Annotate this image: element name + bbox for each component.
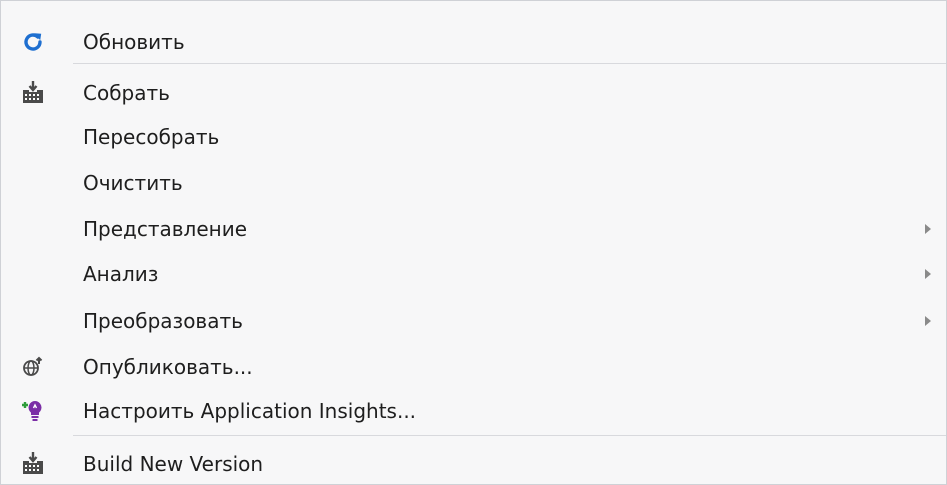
menu-item-label: Build New Version	[83, 452, 264, 476]
refresh-icon	[19, 28, 47, 56]
menu-item-analyze[interactable]: Анализ	[1, 252, 946, 296]
menu-item-refresh[interactable]: Обновить	[1, 20, 946, 64]
menu-item-label: Представление	[83, 217, 248, 241]
menu-item-label: Настроить Application Insights...	[83, 399, 417, 423]
menu-item-label: Опубликовать...	[83, 355, 253, 379]
submenu-arrow-icon	[925, 224, 931, 234]
menu-item-label: Обновить	[83, 30, 185, 54]
menu-item-view[interactable]: Представление	[1, 207, 946, 251]
menu-item-label: Анализ	[83, 262, 159, 286]
submenu-arrow-icon	[925, 269, 931, 279]
submenu-arrow-icon	[925, 316, 931, 326]
menu-item-build[interactable]: Собрать	[1, 71, 946, 115]
application-insights-icon	[19, 397, 47, 425]
menu-separator	[73, 63, 946, 64]
menu-separator	[73, 435, 946, 436]
menu-item-label: Очистить	[83, 171, 183, 195]
menu-item-configure-application-insights[interactable]: Настроить Application Insights...	[1, 389, 946, 433]
menu-item-label: Пересобрать	[83, 125, 220, 149]
menu-item-convert[interactable]: Преобразовать	[1, 299, 946, 343]
build-new-version-icon	[19, 450, 47, 478]
build-icon	[19, 79, 47, 107]
menu-item-rebuild[interactable]: Пересобрать	[1, 115, 946, 159]
menu-item-clean[interactable]: Очистить	[1, 161, 946, 205]
menu-item-publish[interactable]: Опубликовать...	[1, 345, 946, 389]
context-menu: Обновить Собрать Пересобрать Очистить Пр…	[0, 0, 947, 485]
menu-item-label: Собрать	[83, 81, 170, 105]
menu-item-build-new-version[interactable]: Build New Version	[1, 442, 946, 485]
menu-item-label: Преобразовать	[83, 309, 243, 333]
publish-globe-icon	[19, 353, 47, 381]
